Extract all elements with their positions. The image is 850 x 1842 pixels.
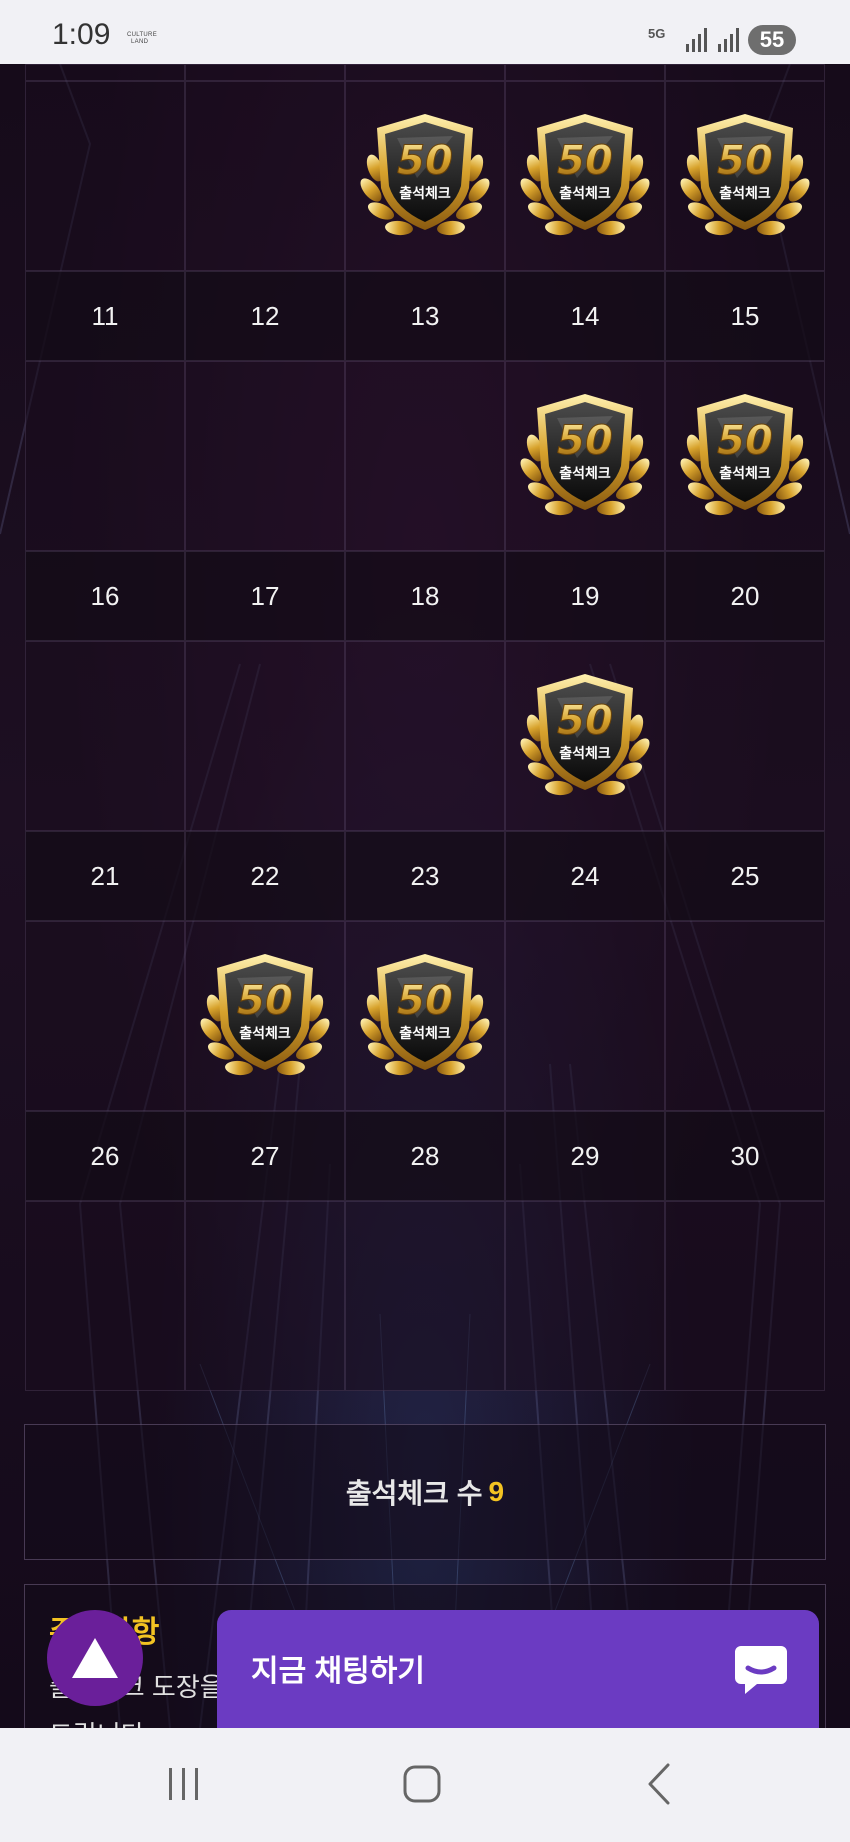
date-cell: 24 xyxy=(505,831,665,921)
attendance-badge-icon xyxy=(517,668,653,804)
calendar-cell xyxy=(505,1201,665,1391)
attendance-badge-icon xyxy=(197,948,333,1084)
attendance-badge-icon xyxy=(677,388,813,524)
calendar-cell xyxy=(25,1201,185,1391)
stamp-cell-25 xyxy=(665,641,825,831)
date-cell: 12 xyxy=(185,271,345,361)
stamp-cell-22 xyxy=(185,641,345,831)
date-cell: 11 xyxy=(25,271,185,361)
attendance-badge-icon xyxy=(677,108,813,244)
attendance-page[interactable]: 11 12 13 14 15 16 17 18 19 20 21 22 23 2… xyxy=(0,64,850,1728)
stamp-cell-17 xyxy=(185,361,345,551)
stamp-cell-15 xyxy=(665,81,825,271)
stamp-cell-18 xyxy=(345,361,505,551)
notice-text: 드립니다 xyxy=(49,1715,145,1728)
attendance-badge-icon xyxy=(517,388,653,524)
date-cell: 30 xyxy=(665,1111,825,1201)
stamp-row-11-15 xyxy=(25,81,825,271)
stamp-cell-26 xyxy=(25,921,185,1111)
stamp-cell-19 xyxy=(505,361,665,551)
date-cell: 25 xyxy=(665,831,825,921)
signal-icon xyxy=(684,26,710,52)
date-cell: 20 xyxy=(665,551,825,641)
stamp-cell-27 xyxy=(185,921,345,1111)
stamp-cell-13 xyxy=(345,81,505,271)
stamp-cell-30 xyxy=(665,921,825,1111)
attendance-count-value: 9 xyxy=(488,1476,505,1507)
brand-line2: LAND xyxy=(131,39,149,45)
date-cell: 17 xyxy=(185,551,345,641)
android-nav-bar xyxy=(0,1728,850,1842)
status-time: 1:09 xyxy=(52,18,111,51)
chat-bubble-icon xyxy=(735,1646,787,1694)
calendar-cell xyxy=(665,64,825,81)
triangle-up-icon xyxy=(72,1638,118,1678)
calendar-cell xyxy=(505,64,665,81)
stamp-cell-11 xyxy=(25,81,185,271)
calendar-row-partial xyxy=(25,64,825,81)
attendance-badge-icon xyxy=(357,948,493,1084)
signal-roaming-icon xyxy=(716,26,742,52)
date-row-11-15: 11 12 13 14 15 xyxy=(25,271,825,361)
attendance-count-label: 출석체크 수 xyxy=(345,1478,483,1509)
calendar-cell xyxy=(185,64,345,81)
brand-line1: CULTURE xyxy=(127,32,157,38)
culture-land-logo: CULTURE LAND xyxy=(127,32,157,46)
battery-indicator: 55 xyxy=(748,25,796,55)
date-cell: 27 xyxy=(185,1111,345,1201)
date-row-26-30: 26 27 28 29 30 xyxy=(25,1111,825,1201)
stamp-cell-23 xyxy=(345,641,505,831)
chat-now-label: 지금 채팅하기 xyxy=(251,1655,425,1688)
chat-now-button[interactable]: 지금 채팅하기 xyxy=(217,1610,819,1728)
date-cell: 22 xyxy=(185,831,345,921)
status-bar: 1:09 CULTURE LAND 5G 55 xyxy=(0,0,850,64)
date-cell: 23 xyxy=(345,831,505,921)
calendar-cell xyxy=(345,64,505,81)
date-cell: 26 xyxy=(25,1111,185,1201)
date-cell: 14 xyxy=(505,271,665,361)
stamp-row-21-25 xyxy=(25,641,825,831)
stamp-cell-16 xyxy=(25,361,185,551)
date-cell: 21 xyxy=(25,831,185,921)
date-cell: 28 xyxy=(345,1111,505,1201)
stamp-cell-29 xyxy=(505,921,665,1111)
stamp-cell-24 xyxy=(505,641,665,831)
attendance-calendar: 11 12 13 14 15 16 17 18 19 20 21 22 23 2… xyxy=(25,64,825,1391)
attendance-count-box: 출석체크 수 9 xyxy=(24,1424,826,1560)
date-cell: 19 xyxy=(505,551,665,641)
date-cell: 15 xyxy=(665,271,825,361)
stamp-cell-20 xyxy=(665,361,825,551)
stamp-row-26-30 xyxy=(25,921,825,1111)
calendar-cell xyxy=(345,1201,505,1391)
date-cell: 18 xyxy=(345,551,505,641)
attendance-badge-icon xyxy=(357,108,493,244)
scroll-top-button[interactable] xyxy=(47,1610,143,1706)
network-type: 5G xyxy=(648,26,666,41)
stamp-row-16-20 xyxy=(25,361,825,551)
calendar-cell xyxy=(25,64,185,81)
attendance-badge-icon xyxy=(517,108,653,244)
stamp-cell-21 xyxy=(25,641,185,831)
home-icon[interactable] xyxy=(402,1764,442,1804)
stamp-cell-14 xyxy=(505,81,665,271)
recent-apps-icon[interactable] xyxy=(166,1766,202,1802)
stamp-cell-28 xyxy=(345,921,505,1111)
date-row-16-20: 16 17 18 19 20 xyxy=(25,551,825,641)
date-cell: 13 xyxy=(345,271,505,361)
date-cell: 16 xyxy=(25,551,185,641)
date-row-21-25: 21 22 23 24 25 xyxy=(25,831,825,921)
calendar-cell xyxy=(665,1201,825,1391)
stamp-cell-12 xyxy=(185,81,345,271)
back-icon[interactable] xyxy=(646,1762,672,1806)
date-cell: 29 xyxy=(505,1111,665,1201)
stamp-row-next xyxy=(25,1201,825,1391)
calendar-cell xyxy=(185,1201,345,1391)
